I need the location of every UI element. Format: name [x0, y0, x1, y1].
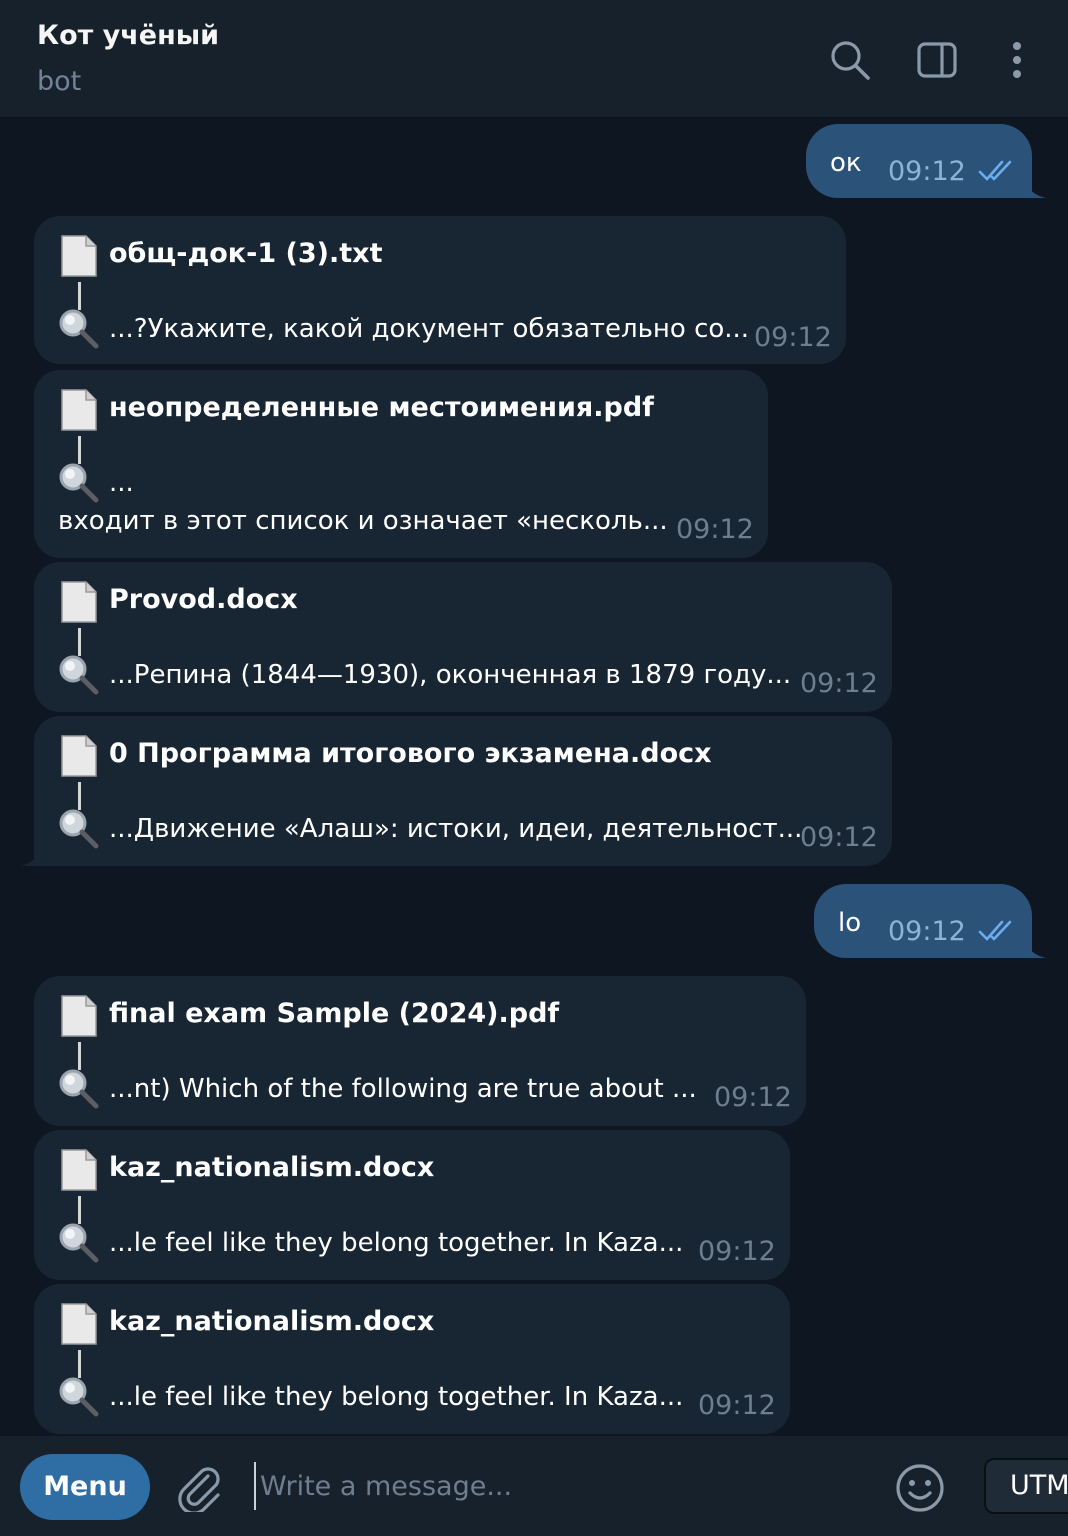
message-time: 09:12	[888, 916, 966, 947]
message-time: 09:12	[714, 1082, 792, 1113]
magnifier-icon	[59, 1069, 99, 1109]
incoming-document-message[interactable]: final exam Sample (2024).pdf ...nt) Whic…	[34, 976, 806, 1126]
menu-button[interactable]: Menu	[20, 1454, 150, 1520]
outgoing-message[interactable]: lo 09:12	[814, 884, 1046, 958]
emoji-icon[interactable]	[894, 1462, 946, 1514]
document-icon	[61, 735, 97, 777]
magnifier-icon	[59, 463, 99, 503]
message-list[interactable]: ок 09:12 общ-док-1 (3).txt ...?Укажите, …	[0, 118, 1068, 1436]
document-filename[interactable]: final exam Sample (2024).pdf	[109, 998, 559, 1029]
message-time: 09:12	[698, 1236, 776, 1267]
bubble-tail	[1024, 178, 1046, 198]
magnifier-icon	[59, 309, 99, 349]
message-time: 09:12	[800, 822, 878, 853]
incoming-document-message[interactable]: Provod.docx ...Репина (1844—1930), оконч…	[34, 562, 892, 712]
message-text: lo	[838, 908, 862, 938]
magnifier-icon	[59, 655, 99, 695]
document-icon	[61, 235, 97, 277]
incoming-document-message[interactable]: kaz_nationalism.docx ...le feel like the…	[34, 1130, 790, 1280]
paperclip-icon[interactable]	[174, 1462, 224, 1512]
double-check-icon	[978, 160, 1012, 181]
search-snippet: ...nt) Which of the following are true a…	[109, 1074, 697, 1104]
tooltip: UTM	[984, 1458, 1068, 1514]
sidebar-toggle-icon[interactable]	[915, 38, 959, 82]
message-time: 09:12	[800, 668, 878, 699]
search-snippet-line2: входит в этот список и означает «несколь…	[58, 506, 668, 536]
search-icon[interactable]	[828, 38, 872, 82]
document-icon	[61, 581, 97, 623]
bubble-tail	[1024, 938, 1046, 958]
document-filename[interactable]: общ-док-1 (3).txt	[109, 238, 382, 269]
document-filename[interactable]: kaz_nationalism.docx	[109, 1306, 434, 1337]
magnifier-icon	[59, 1377, 99, 1417]
magnifier-icon	[59, 809, 99, 849]
bubble-tail	[20, 846, 42, 866]
message-time: 09:12	[888, 156, 966, 187]
incoming-document-message[interactable]: kaz_nationalism.docx ...le feel like the…	[34, 1284, 790, 1434]
document-filename[interactable]: kaz_nationalism.docx	[109, 1152, 434, 1183]
message-input[interactable]	[254, 1462, 854, 1510]
message-text: ок	[830, 148, 862, 178]
chat-header: Кот учёный bot	[0, 0, 1068, 118]
message-composer: Menu UTM	[0, 1436, 1068, 1536]
document-filename[interactable]: Provod.docx	[109, 584, 298, 615]
message-time: 09:12	[698, 1390, 776, 1421]
search-snippet: ...le feel like they belong together. In…	[109, 1228, 684, 1258]
incoming-document-message[interactable]: неопределенные местоимения.pdf ... входи…	[34, 370, 768, 558]
chat-title[interactable]: Кот учёный	[37, 20, 219, 51]
message-time: 09:12	[676, 514, 754, 545]
document-icon	[61, 1303, 97, 1345]
message-time: 09:12	[754, 322, 832, 353]
double-check-icon	[978, 920, 1012, 941]
document-filename[interactable]: неопределенные местоимения.pdf	[109, 392, 654, 423]
document-icon	[61, 389, 97, 431]
search-snippet: ...?Укажите, какой документ обязательно …	[109, 314, 750, 344]
search-snippet: ...Движение «Алаш»: истоки, идеи, деятел…	[109, 814, 803, 844]
incoming-document-message[interactable]: общ-док-1 (3).txt ...?Укажите, какой док…	[34, 216, 846, 364]
document-icon	[61, 1149, 97, 1191]
document-filename[interactable]: 0 Программа итогового экзамена.docx	[109, 738, 712, 769]
more-vertical-icon[interactable]	[995, 38, 1039, 82]
incoming-document-message[interactable]: 0 Программа итогового экзамена.docx ...Д…	[20, 716, 892, 866]
outgoing-message[interactable]: ок 09:12	[806, 124, 1046, 198]
document-icon	[61, 995, 97, 1037]
search-snippet: ...le feel like they belong together. In…	[109, 1382, 684, 1412]
magnifier-icon	[59, 1223, 99, 1263]
chat-subtitle: bot	[37, 66, 82, 97]
search-snippet: ...Репина (1844—1930), оконченная в 1879…	[109, 660, 792, 690]
search-snippet: ...	[109, 468, 134, 498]
